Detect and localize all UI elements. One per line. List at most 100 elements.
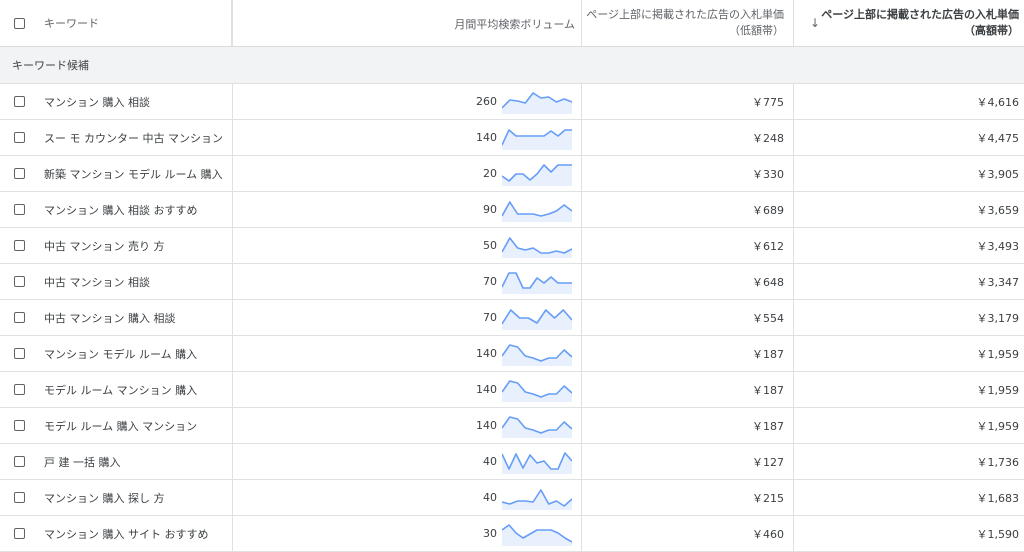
volume-value: 140: [476, 419, 497, 432]
keyword-cell: マンション モデル ルーム 購入: [38, 336, 232, 371]
keyword-text: 中古 マンション 売り 方: [44, 239, 165, 253]
row-checkbox-cell[interactable]: [0, 228, 38, 263]
keyword-cell: 新築 マンション モデル ルーム 購入: [38, 156, 232, 191]
low-bid-value: ￥554: [752, 311, 784, 325]
table-row[interactable]: モデル ルーム マンション 購入 140 ￥187 ￥1,959: [0, 372, 1024, 408]
low-bid-cell: ￥612: [581, 228, 793, 263]
row-checkbox-cell[interactable]: [0, 84, 38, 119]
row-checkbox[interactable]: [13, 132, 25, 143]
row-checkbox-cell[interactable]: [0, 120, 38, 155]
high-bid-cell: ￥1,959: [793, 408, 1024, 443]
table-row[interactable]: 新築 マンション モデル ルーム 購入 20 ￥330 ￥3,905: [0, 156, 1024, 192]
row-checkbox-cell[interactable]: [0, 192, 38, 227]
row-checkbox[interactable]: [13, 528, 25, 539]
keyword-text: モデル ルーム マンション 購入: [44, 383, 198, 397]
row-checkbox-cell[interactable]: [0, 480, 38, 515]
low-bid-value: ￥187: [752, 383, 784, 397]
column-header-volume[interactable]: 月間平均検索ボリューム: [232, 0, 581, 46]
table-row[interactable]: 戸 建 一括 購入 40 ￥127 ￥1,736: [0, 444, 1024, 480]
high-bid-cell: ￥1,590: [793, 516, 1024, 551]
high-bid-cell: ￥3,493: [793, 228, 1024, 263]
row-checkbox-cell[interactable]: [0, 408, 38, 443]
keyword-cell: モデル ルーム 購入 マンション: [38, 408, 232, 443]
keyword-cell: マンション 購入 相談: [38, 84, 232, 119]
low-bid-cell: ￥127: [581, 444, 793, 479]
row-checkbox[interactable]: [13, 96, 25, 107]
row-checkbox[interactable]: [13, 492, 25, 503]
table-row[interactable]: マンション モデル ルーム 購入 140 ￥187 ￥1,959: [0, 336, 1024, 372]
trend-sparkline: [502, 237, 572, 258]
table-row[interactable]: スー モ カウンター 中古 マンション 140 ￥248 ￥4,475: [0, 120, 1024, 156]
high-bid-value: ￥1,959: [976, 383, 1020, 397]
table-row[interactable]: マンション 購入 相談 260 ￥775 ￥4,616: [0, 84, 1024, 120]
high-bid-label-line1: ページ上部に掲載された広告の入札単価: [821, 8, 1019, 21]
low-bid-cell: ￥775: [581, 84, 793, 119]
high-bid-value: ￥3,905: [976, 167, 1020, 181]
row-checkbox-cell[interactable]: [0, 336, 38, 371]
row-checkbox[interactable]: [13, 348, 25, 359]
column-header-keyword[interactable]: キーワード: [38, 0, 232, 46]
low-bid-value: ￥460: [752, 527, 784, 541]
row-checkbox-cell[interactable]: [0, 516, 38, 551]
row-checkbox[interactable]: [13, 204, 25, 215]
table-row[interactable]: マンション 購入 相談 おすすめ 90 ￥689 ￥3,659: [0, 192, 1024, 228]
volume-value: 70: [483, 311, 497, 324]
low-bid-cell: ￥187: [581, 336, 793, 371]
table-row[interactable]: モデル ルーム 購入 マンション 140 ￥187 ￥1,959: [0, 408, 1024, 444]
keyword-text: マンション 購入 相談: [44, 95, 150, 109]
column-header-low-bid-label: ページ上部に掲載された広告の入札単価 （低額帯）: [586, 7, 784, 39]
volume-value: 40: [483, 491, 497, 504]
high-bid-value: ￥4,475: [976, 131, 1020, 145]
table-row[interactable]: マンション 購入 探し 方 40 ￥215 ￥1,683: [0, 480, 1024, 516]
column-header-high-bid[interactable]: ↓ ページ上部に掲載された広告の入札単価 （高額帯）: [793, 0, 1024, 46]
high-bid-value: ￥3,493: [976, 239, 1020, 253]
trend-sparkline: [502, 452, 572, 474]
volume-cell: 140: [232, 120, 581, 155]
row-checkbox-cell[interactable]: [0, 156, 38, 191]
table-row[interactable]: マンション 購入 サイト おすすめ 30 ￥460 ￥1,590: [0, 516, 1024, 552]
high-bid-value: ￥3,347: [976, 275, 1020, 289]
trend-sparkline: [502, 309, 572, 330]
row-checkbox[interactable]: [13, 240, 25, 251]
volume-cell: 70: [232, 264, 581, 299]
low-bid-cell: ￥460: [581, 516, 793, 551]
select-all-checkbox[interactable]: [13, 17, 25, 29]
row-checkbox[interactable]: [13, 384, 25, 395]
trend-sparkline: [502, 380, 572, 402]
low-bid-value: ￥248: [752, 131, 784, 145]
arrow-down-icon[interactable]: ↓: [810, 16, 820, 30]
volume-value: 140: [476, 383, 497, 396]
high-bid-cell: ￥4,475: [793, 120, 1024, 155]
table-row[interactable]: 中古 マンション 相談 70 ￥648 ￥3,347: [0, 264, 1024, 300]
keyword-text: マンション 購入 相談 おすすめ: [44, 203, 198, 217]
row-checkbox[interactable]: [13, 456, 25, 467]
high-bid-value: ￥1,736: [976, 455, 1020, 469]
sparkline-area: [502, 490, 572, 510]
high-bid-cell: ￥1,736: [793, 444, 1024, 479]
table-row[interactable]: 中古 マンション 購入 相談 70 ￥554 ￥3,179: [0, 300, 1024, 336]
low-bid-cell: ￥330: [581, 156, 793, 191]
row-checkbox-cell[interactable]: [0, 264, 38, 299]
low-bid-value: ￥187: [752, 347, 784, 361]
volume-cell: 140: [232, 372, 581, 407]
column-header-low-bid[interactable]: ページ上部に掲載された広告の入札単価 （低額帯）: [581, 0, 793, 46]
table-row[interactable]: 中古 マンション 売り 方 50 ￥612 ￥3,493: [0, 228, 1024, 264]
high-bid-cell: ￥1,959: [793, 372, 1024, 407]
row-checkbox-cell[interactable]: [0, 372, 38, 407]
keyword-cell: 中古 マンション 相談: [38, 264, 232, 299]
volume-value: 260: [476, 95, 497, 108]
row-checkbox[interactable]: [13, 312, 25, 323]
row-checkbox-cell[interactable]: [0, 300, 38, 335]
volume-value: 70: [483, 275, 497, 288]
high-bid-value: ￥1,959: [976, 347, 1020, 361]
keyword-text: モデル ルーム 購入 マンション: [44, 419, 198, 433]
keyword-text: マンション 購入 サイト おすすめ: [44, 527, 209, 541]
row-checkbox-cell[interactable]: [0, 444, 38, 479]
row-checkbox[interactable]: [13, 168, 25, 179]
select-all-checkbox-cell[interactable]: [0, 0, 38, 46]
row-checkbox[interactable]: [13, 420, 25, 431]
keyword-text: マンション 購入 探し 方: [44, 491, 165, 505]
row-checkbox[interactable]: [13, 276, 25, 287]
keyword-cell: 中古 マンション 売り 方: [38, 228, 232, 263]
high-bid-value: ￥1,590: [976, 527, 1020, 541]
